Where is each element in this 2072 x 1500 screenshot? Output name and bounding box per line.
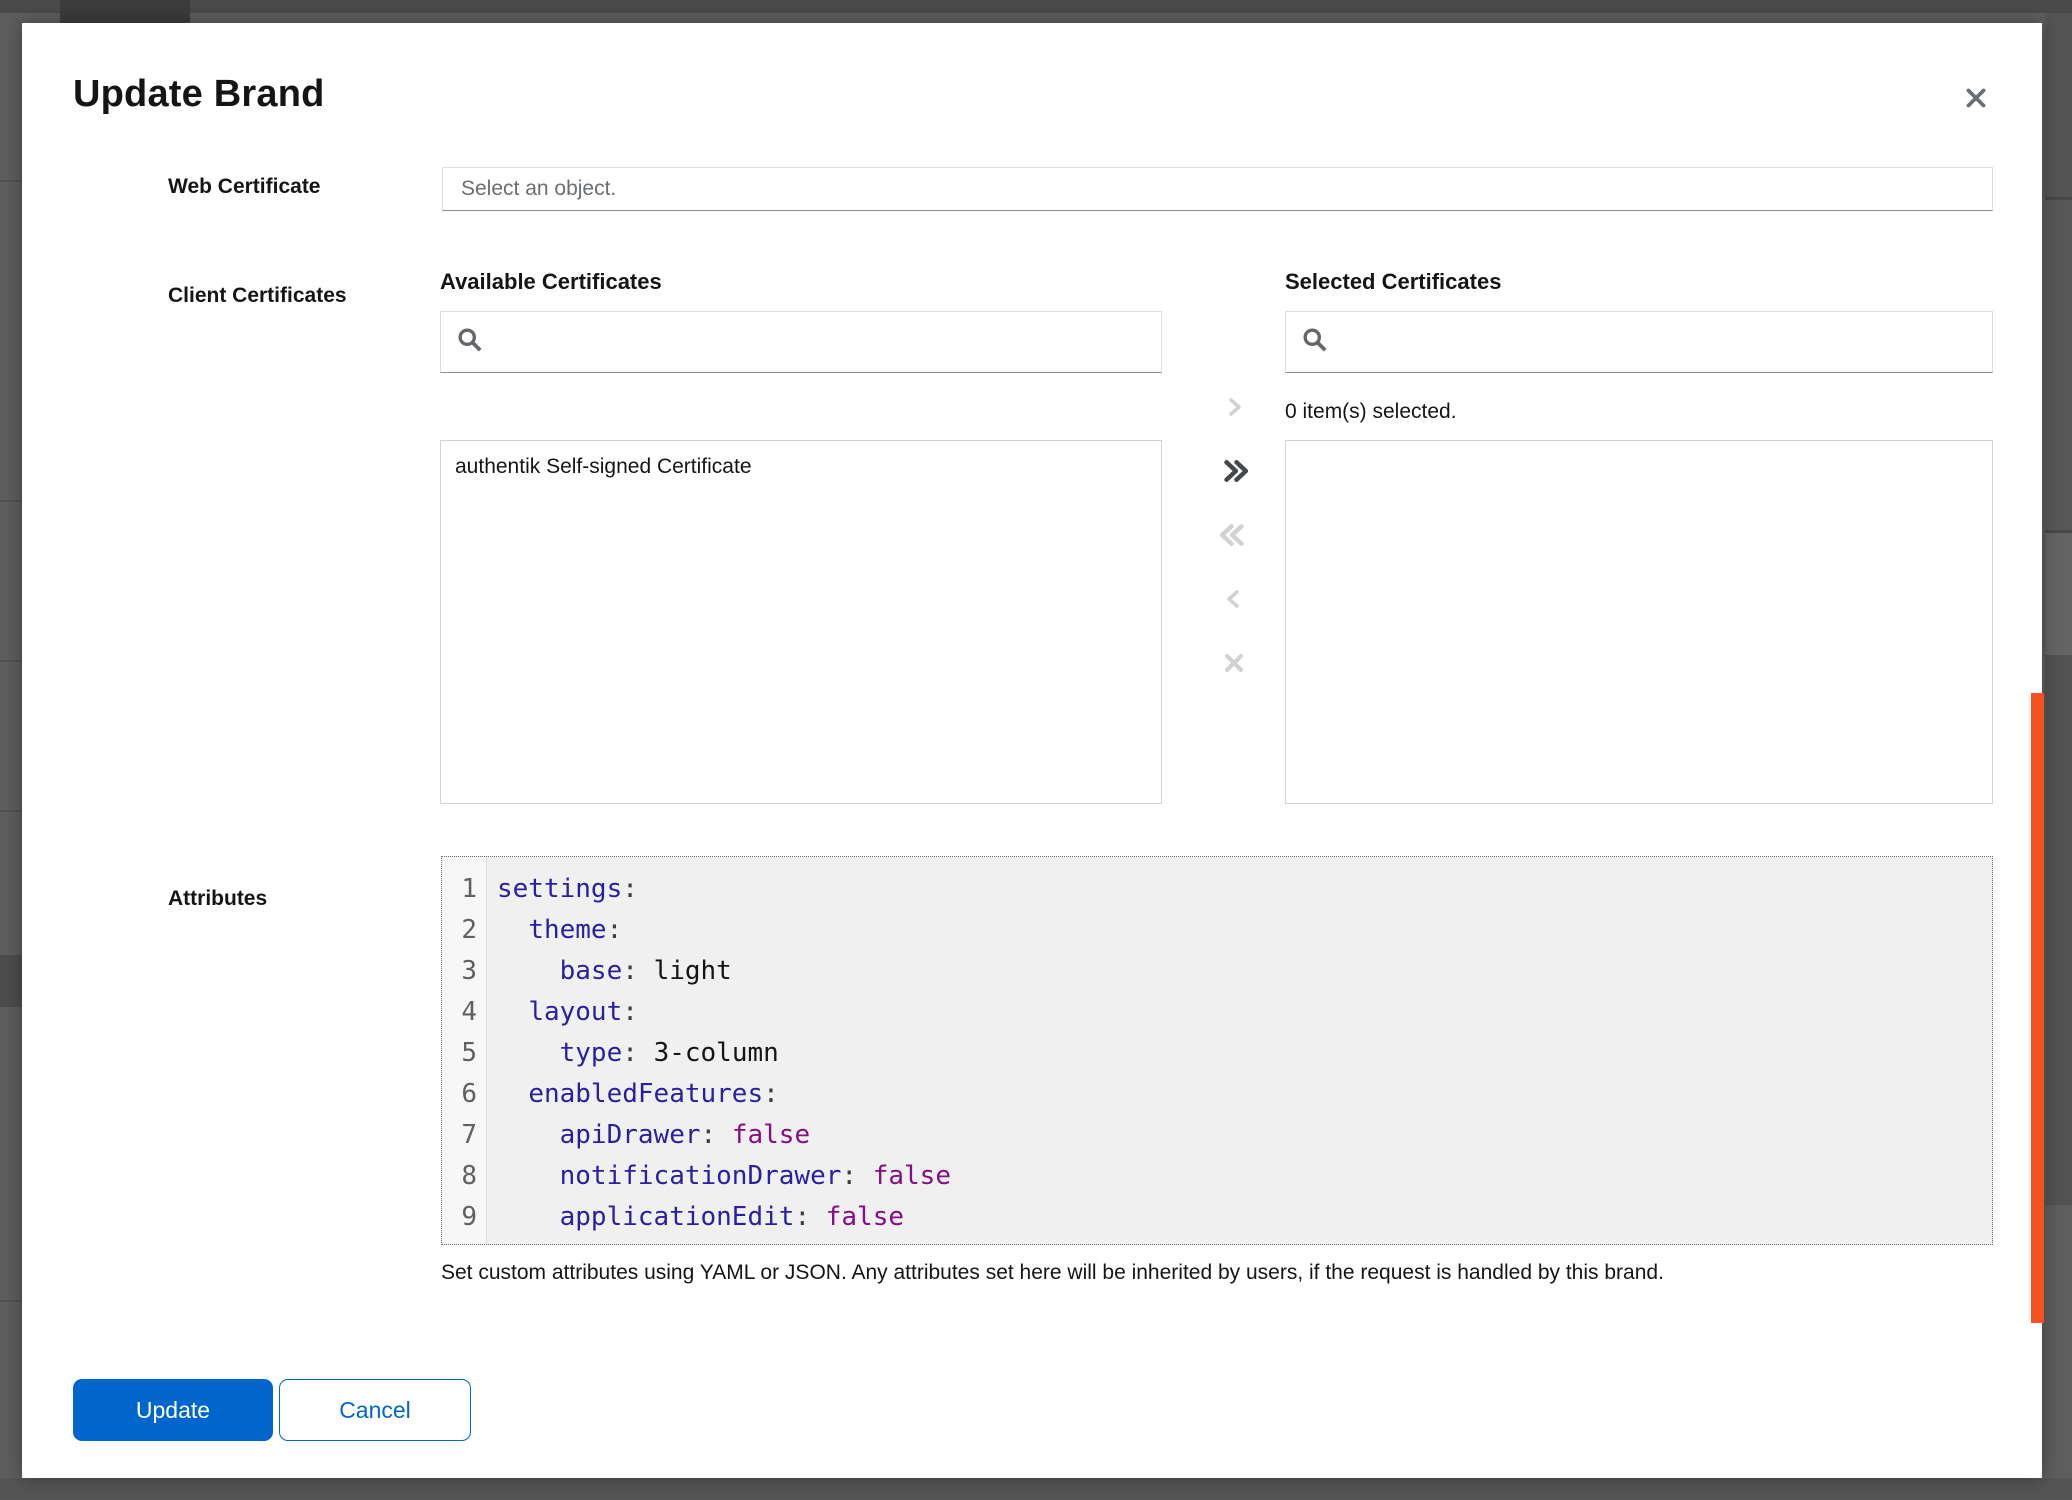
selected-certificates-header: Selected Certificates [1285,267,1501,297]
backdrop-left-row-divider [0,660,22,662]
available-certificates-list[interactable]: authentik Self-signed Certificate [440,440,1162,804]
line-number: 2 [442,910,486,951]
client-certificates-label: Client Certificates [168,282,347,310]
code-line: apiDrawer: false [497,1115,1992,1156]
attributes-code-editor[interactable]: 123456789 settings: theme: base: light l… [441,856,1993,1245]
backdrop-left-row-divider [0,810,22,812]
certificate-list-item[interactable]: authentik Self-signed Certificate [441,441,1161,493]
backdrop-right-block-2 [2045,200,2072,530]
selected-search-input[interactable] [1286,312,1992,372]
line-number: 6 [442,1074,486,1115]
code-line: theme: [497,910,1992,951]
close-button[interactable] [1954,76,1998,120]
code-line: enabledFeatures: [497,1074,1992,1115]
modal-title: Update Brand [73,71,325,117]
screen: { "modal": { "title": "Update Brand", "c… [0,0,2072,1500]
available-search[interactable] [440,311,1162,373]
backdrop-right-block-4 [2045,655,2072,1205]
web-certificate-label: Web Certificate [168,173,321,201]
web-certificate-input[interactable] [443,168,1992,210]
backdrop-left-selected-row [0,955,22,1007]
code-line: settings: [497,869,1992,910]
available-search-input[interactable] [441,312,1161,372]
add-all-button[interactable] [1206,447,1262,495]
update-brand-modal: Update Brand Web Certificate Client Cert… [22,23,2042,1478]
code-line: layout: [497,992,1992,1033]
code-line: notificationDrawer: false [497,1156,1992,1197]
line-number: 8 [442,1156,486,1197]
backdrop-right-block-3 [2045,533,2072,655]
line-number: 9 [442,1197,486,1238]
selected-count-status: 0 item(s) selected. [1285,398,1457,426]
add-selected-button[interactable] [1206,383,1262,431]
remove-selected-button[interactable] [1206,575,1262,623]
line-number: 3 [442,951,486,992]
code-line: applicationEdit: false [497,1197,1992,1238]
backdrop-left-row-divider [0,500,22,502]
line-number: 1 [442,869,486,910]
selected-certificates-list[interactable] [1285,440,1993,804]
transfer-controls [1184,383,1284,703]
times-icon [1220,649,1248,677]
angle-right-icon [1222,395,1246,419]
line-number: 7 [442,1115,486,1156]
web-certificate-select[interactable] [442,167,1993,211]
clear-selection-button[interactable] [1206,639,1262,687]
attributes-help-text: Set custom attributes using YAML or JSON… [441,1259,2001,1286]
code-line: type: 3-column [497,1033,1992,1074]
backdrop-top-strip [0,0,2072,13]
backdrop-left-row-divider [0,180,22,182]
line-number: 4 [442,992,486,1033]
remove-all-button[interactable] [1206,511,1262,559]
notification-edge-bar [2031,693,2044,1323]
angle-double-left-icon [1219,520,1249,550]
selected-search[interactable] [1285,311,1993,373]
backdrop-right-block-1 [2045,13,2072,197]
backdrop-left-row-divider [0,1300,22,1302]
line-number: 5 [442,1033,486,1074]
attributes-label: Attributes [168,885,267,913]
code-content[interactable]: settings: theme: base: light layout: typ… [487,857,1992,1244]
angle-left-icon [1222,587,1246,611]
angle-double-right-icon [1219,456,1249,486]
code-line-numbers: 123456789 [442,857,487,1244]
code-line: base: light [497,951,1992,992]
cancel-button[interactable]: Cancel [279,1379,471,1441]
available-certificates-header: Available Certificates [440,267,662,297]
close-icon [1963,85,1989,111]
backdrop-bottom-strip [0,1478,2072,1500]
update-button[interactable]: Update [73,1379,273,1441]
